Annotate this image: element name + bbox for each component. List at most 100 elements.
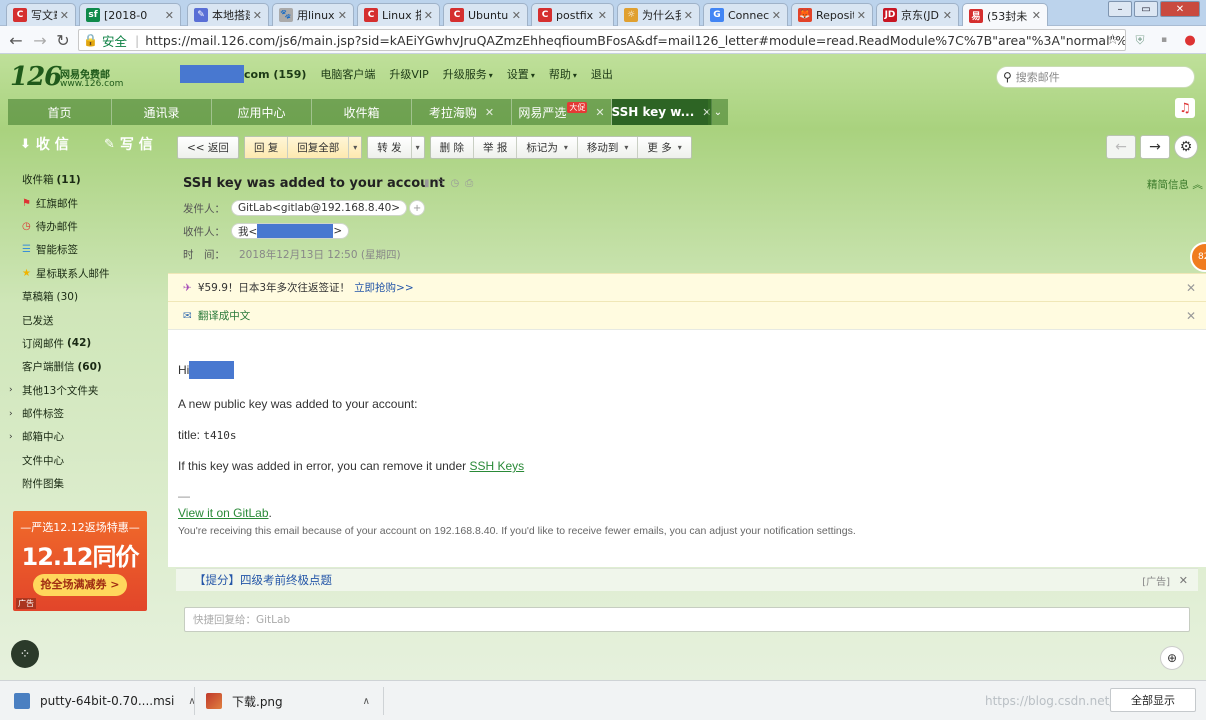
gear-icon[interactable]: ⚙ [1174, 135, 1198, 159]
toolbar-button[interactable]: 更 多 ▾ [638, 137, 690, 158]
close-tab-icon[interactable]: ✕ [424, 9, 433, 22]
mail-search-input[interactable]: ⚲ 搜索邮件 [996, 66, 1195, 88]
folder-item[interactable]: ★ 星标联系人邮件 [0, 262, 167, 285]
forward-icon[interactable]: → [30, 30, 50, 50]
clock-icon[interactable]: ◷ [450, 178, 459, 189]
add-contact-icon[interactable]: + [409, 200, 426, 216]
sender-pill[interactable]: GitLab<gitlab@192.168.8.40> [231, 200, 408, 216]
browser-tab[interactable]: C 写文章-✕ [6, 3, 76, 26]
mail-logo[interactable]: 126 网易免费邮 www.126.com [10, 62, 123, 92]
toolbar-button[interactable]: 删 除 [431, 137, 474, 158]
browser-tab[interactable]: G Connec ✕ [703, 3, 788, 26]
account-suffix[interactable]: com (159) [244, 68, 306, 81]
next-mail-icon[interactable]: → [1140, 135, 1170, 159]
folder-item[interactable]: ☰ 智能标签 [0, 238, 167, 261]
download-item-msi[interactable]: putty-64bit-0.70....msi ∧ [14, 681, 196, 720]
close-tab-icon[interactable]: ✕ [598, 9, 607, 22]
recipient-pill[interactable]: 我< > [231, 223, 350, 239]
chevron-up-icon[interactable]: ∧ [363, 696, 370, 707]
browser-tab[interactable]: C Linux 搭✕ [357, 3, 440, 26]
toolbar-button[interactable]: 回复全部 [288, 137, 350, 158]
toolbar-button[interactable]: 举 报 [474, 137, 518, 158]
show-all-downloads-button[interactable]: 全部显示 [1110, 688, 1196, 712]
ssh-keys-link[interactable]: SSH Keys [470, 459, 525, 473]
browser-tab[interactable]: C Ubuntu ✕ [443, 3, 528, 26]
close-tab-icon[interactable]: ✕ [60, 9, 69, 22]
more-tabs-chevron-icon[interactable]: ⌄ [708, 99, 728, 125]
chevron-right-icon[interactable]: › [9, 432, 13, 442]
extension-icon[interactable]: ⛨ [1130, 30, 1150, 50]
nav-tab[interactable]: 考拉海购 ✕ [412, 99, 512, 125]
promo-buy-link[interactable]: 立即抢购>> [354, 280, 414, 295]
folder-item[interactable]: ◷ 待办邮件 [0, 215, 167, 238]
toolbar-button[interactable]: 标记为 ▾ [517, 137, 578, 158]
prev-mail-icon[interactable]: ← [1106, 135, 1136, 159]
toolbar-button[interactable]: 移动到 ▾ [578, 137, 639, 158]
close-tab-icon[interactable]: ✕ [165, 9, 174, 22]
top-link[interactable]: 设置 ▾ [507, 66, 535, 82]
folder-item[interactable]: 文件中心 [0, 449, 167, 472]
folder-item[interactable]: › 邮箱中心 [0, 425, 167, 448]
top-link[interactable]: 退出 [591, 66, 613, 82]
browser-tab[interactable]: ✎ 本地搭建✕ [187, 3, 269, 26]
app-grid-icon[interactable]: ⁘ [11, 640, 39, 668]
close-tab-icon[interactable]: ✕ [512, 9, 521, 22]
folder-item[interactable]: 订阅邮件 (42) [0, 332, 167, 355]
quick-reply-input[interactable]: 快捷回复给：GitLab [184, 607, 1190, 632]
close-tab-icon[interactable]: ✕ [772, 9, 781, 22]
browser-tab[interactable]: JD 京东(JD ✕ [876, 3, 959, 26]
nav-tab[interactable]: 收件箱 [312, 99, 412, 125]
toolbar-button[interactable]: ▾ [349, 137, 362, 158]
zoom-icon[interactable]: ⊕ [1160, 646, 1184, 670]
extension-icon-3[interactable]: ● [1180, 30, 1200, 50]
browser-tab[interactable]: sf [2018-0 ✕ [79, 3, 181, 26]
close-window-icon[interactable]: ✕ [1160, 1, 1200, 17]
music-icon[interactable]: ♫ [1175, 98, 1195, 118]
view-on-gitlab-link[interactable]: View it on GitLab [178, 506, 269, 520]
browser-tab[interactable]: 易 (53封未 ✕ [962, 3, 1048, 27]
nav-tab[interactable]: 通讯录 [112, 99, 212, 125]
sidebar-promo-banner[interactable]: —严选12.12返场特惠— 12.12同价 抢全场满减券 > 广告 [13, 511, 147, 611]
download-item-png[interactable]: 下载.png ∧ [206, 681, 370, 720]
browser-tab[interactable]: 🐾 用linux ✕ [272, 3, 354, 26]
chevron-right-icon[interactable]: › [9, 409, 13, 419]
compose-mail-button[interactable]: ✎ 写 信 [104, 134, 153, 154]
toolbar-button[interactable]: << 返回 [178, 137, 238, 158]
close-icon[interactable]: ✕ [1186, 281, 1196, 295]
receive-mail-button[interactable]: ⬇ 收 信 [20, 134, 69, 154]
folder-item[interactable]: 收件箱 (11) [0, 168, 167, 191]
bookmark-star-icon[interactable]: ☆ [1106, 32, 1119, 48]
nav-tab[interactable]: 网易严选 大促 ✕ [512, 99, 612, 125]
bookmark-icon[interactable]: ▮ [424, 178, 430, 189]
folder-item[interactable]: › 其他13个文件夹 [0, 379, 167, 402]
compact-info-link[interactable]: 精简信息 ︽ [1147, 177, 1203, 192]
chevron-right-icon[interactable]: › [9, 385, 13, 395]
close-tab-icon[interactable]: ✕ [943, 9, 952, 22]
close-icon[interactable]: ✕ [1179, 574, 1188, 587]
toolbar-button[interactable]: 回 复 [244, 137, 289, 158]
browser-tab[interactable]: ☼ 为什么我✕ [617, 3, 700, 26]
promo-button[interactable]: 抢全场满减券 > [33, 574, 127, 596]
ad-bar[interactable]: 【提分】四级考前终极点题 [广告] ✕ [176, 568, 1198, 591]
nav-tab[interactable]: 首页 [8, 99, 112, 125]
folder-item[interactable]: 草稿箱 (30) [0, 285, 167, 308]
translate-link[interactable]: 翻译成中文 [198, 308, 251, 323]
close-tab-icon[interactable]: ✕ [595, 106, 604, 119]
top-link[interactable]: 升级服务 ▾ [443, 66, 493, 82]
folder-item[interactable]: 客户端删信 (60) [0, 355, 167, 378]
ad-text[interactable]: 【提分】四级考前终极点题 [194, 572, 332, 588]
toolbar-button[interactable]: ▾ [412, 137, 424, 158]
nav-tab[interactable]: 应用中心 [212, 99, 312, 125]
browser-tab[interactable]: 🦊 Reposit ✕ [791, 3, 873, 26]
folder-item[interactable]: 已发送 [0, 308, 167, 331]
close-tab-icon[interactable]: ✕ [857, 9, 866, 22]
top-link[interactable]: 帮助 ▾ [549, 66, 577, 82]
maximize-icon[interactable]: ▭ [1134, 1, 1158, 17]
nav-tab[interactable]: SSH key w... ✕ [612, 99, 712, 125]
browser-tab[interactable]: Cpostfix ✕ [531, 3, 614, 26]
close-tab-icon[interactable]: ✕ [684, 9, 693, 22]
close-icon[interactable]: ✕ [1186, 309, 1196, 323]
folder-item[interactable]: ⚑ 红旗邮件 [0, 191, 167, 214]
url-input[interactable]: 🔒 安全 | https://mail.126.com/js6/main.jsp… [78, 29, 1126, 51]
close-tab-icon[interactable]: ✕ [485, 106, 494, 119]
